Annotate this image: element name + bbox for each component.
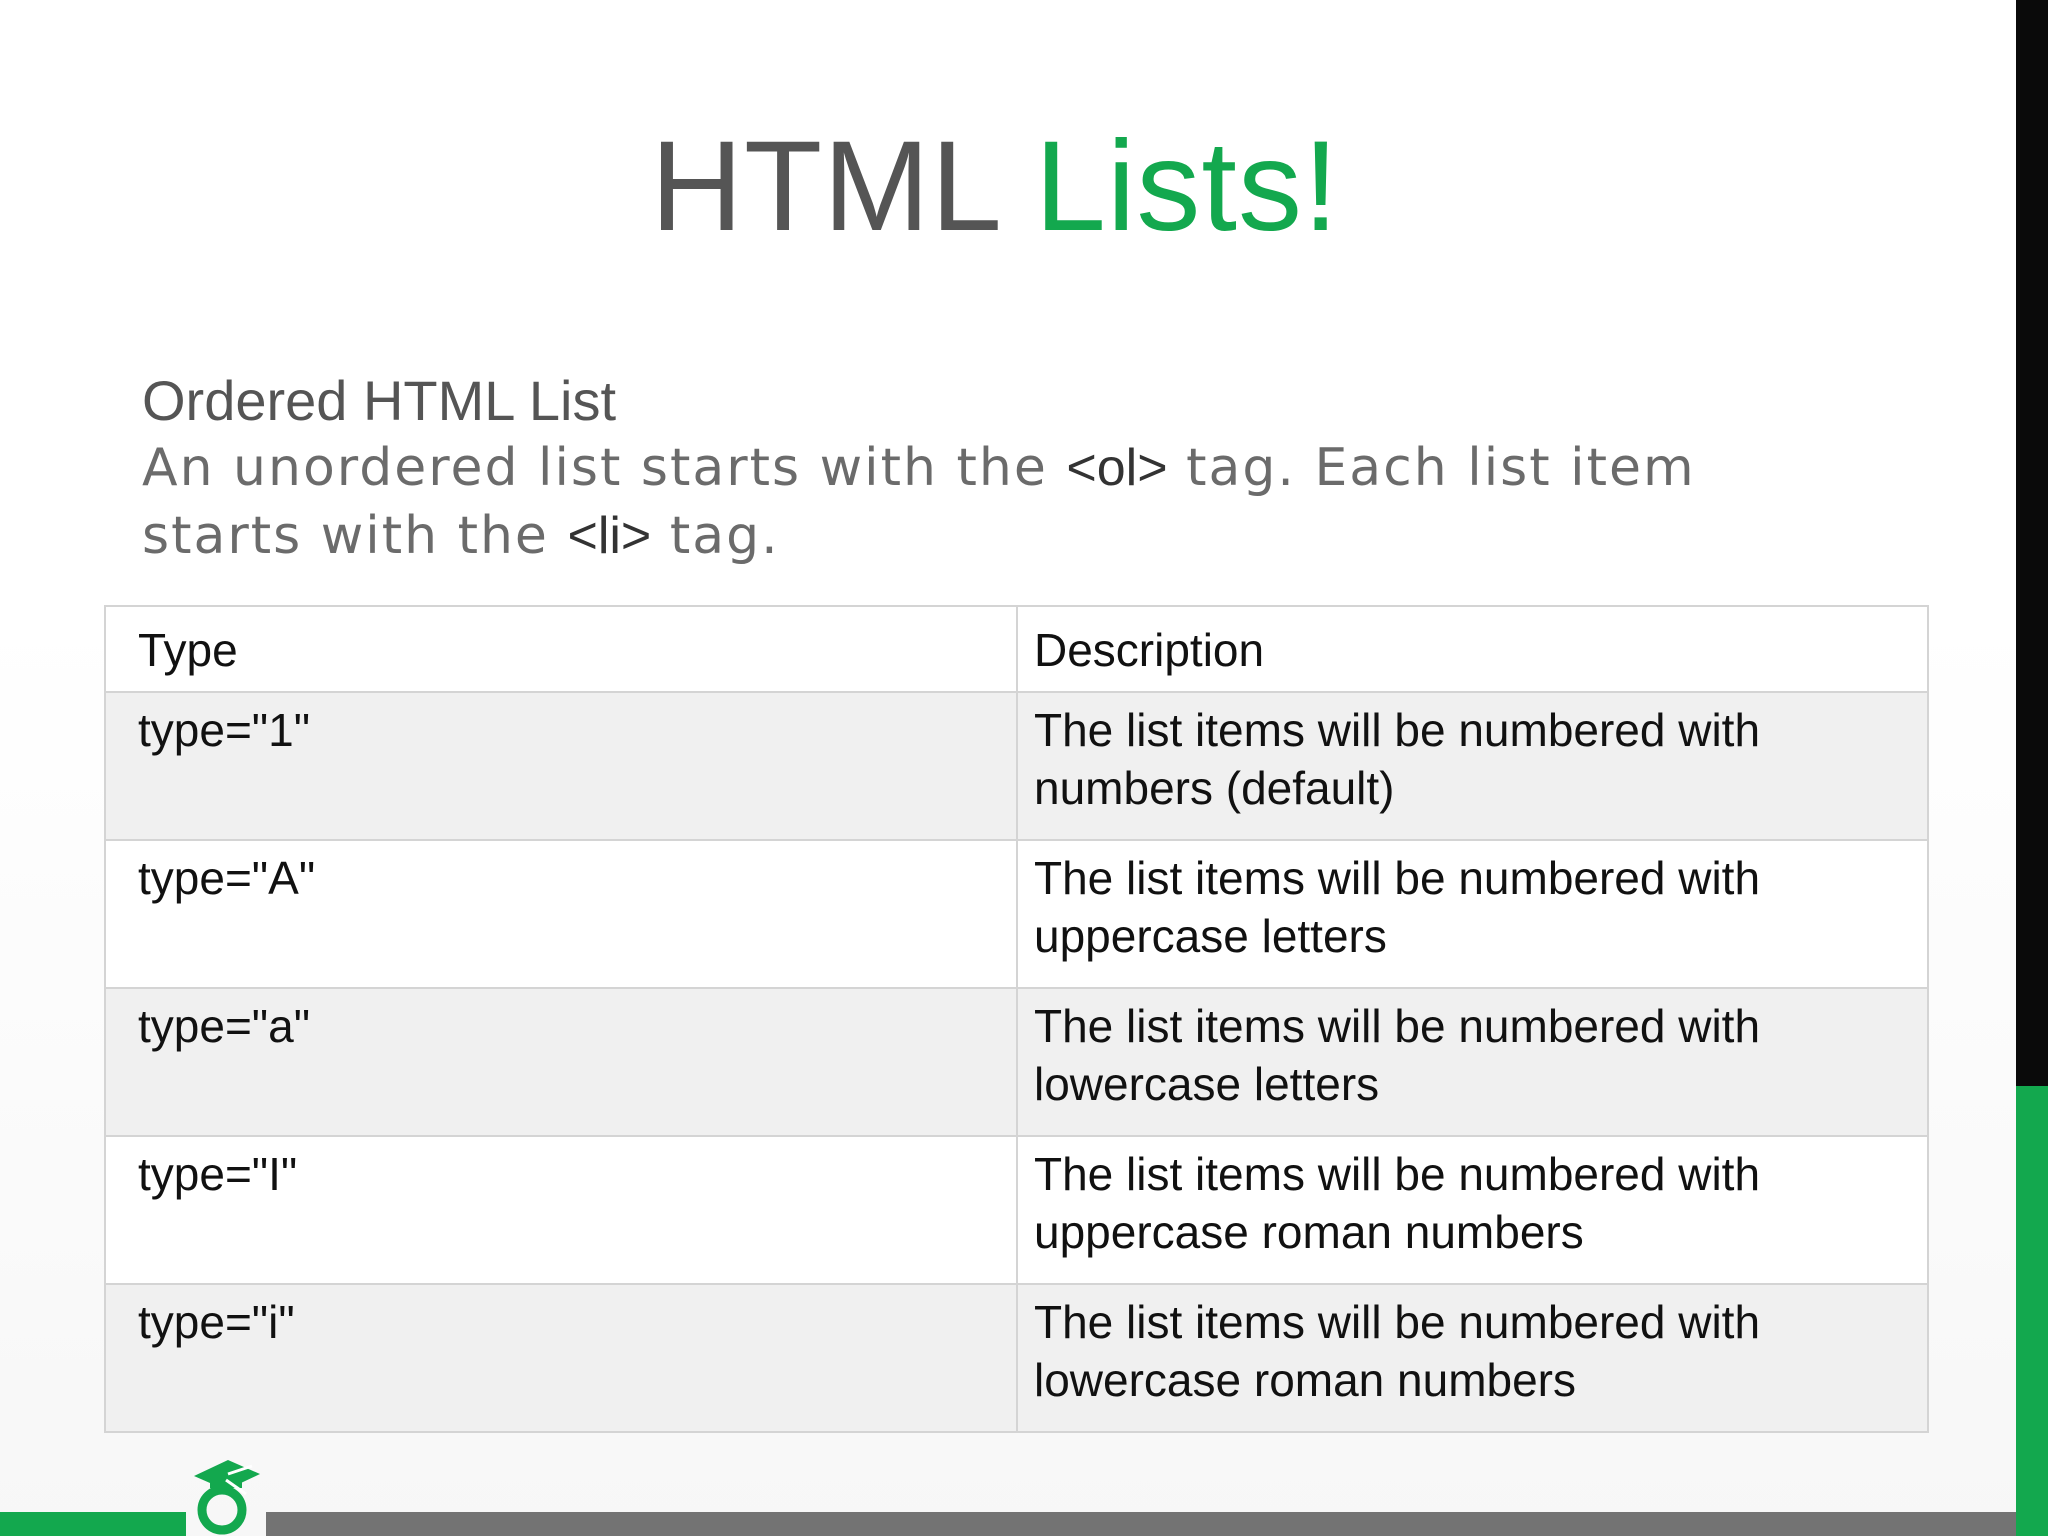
type-cell: type="I" [104,1135,1018,1285]
right-edge-bar-green [2016,1086,2048,1536]
table-row: type="i" The list items will be numbered… [104,1283,1929,1433]
description-cell: The list items will be numbered with upp… [1016,1135,1929,1285]
table-row: type="1" The list items will be numbered… [104,691,1929,841]
header-type: Type [104,605,1018,693]
type-cell: type="a" [104,987,1018,1137]
body-text-1: An unordered list starts with the [142,438,1067,498]
table-row: type="A" The list items will be numbered… [104,839,1929,989]
description-cell: The list items will be numbered with num… [1016,691,1929,841]
description-cell: The list items will be numbered with low… [1016,987,1929,1137]
list-types-table: Type Description type="1" The list items… [104,605,1929,1433]
description-cell: The list items will be numbered with low… [1016,1283,1929,1433]
header-description: Description [1016,605,1929,693]
type-cell: type="A" [104,839,1018,989]
slide: HTML Lists! Ordered HTML List An unorder… [0,0,2048,1536]
right-edge-bar-dark [2016,0,2048,1086]
body-paragraph: An unordered list starts with the <ol> t… [142,434,1702,570]
title-lists: Lists! [1034,115,1340,258]
type-cell: type="1" [104,691,1018,841]
li-tag: <li> [567,507,652,565]
slide-title: HTML Lists! [0,112,1990,262]
ol-tag: <ol> [1066,439,1168,497]
description-cell: The list items will be numbered with upp… [1016,839,1929,989]
table-header-row: Type Description [104,605,1929,693]
table-row: type="I" The list items will be numbered… [104,1135,1929,1285]
body-text-3: tag. [651,506,780,566]
section-subtitle: Ordered HTML List [142,369,617,432]
type-cell: type="i" [104,1283,1018,1433]
title-html: HTML [650,115,999,258]
footer-bar-gray [266,1512,2016,1536]
footer-bar-green [0,1512,186,1536]
table-row: type="a" The list items will be numbered… [104,987,1929,1137]
graduation-cap-logo-icon [188,1452,264,1536]
